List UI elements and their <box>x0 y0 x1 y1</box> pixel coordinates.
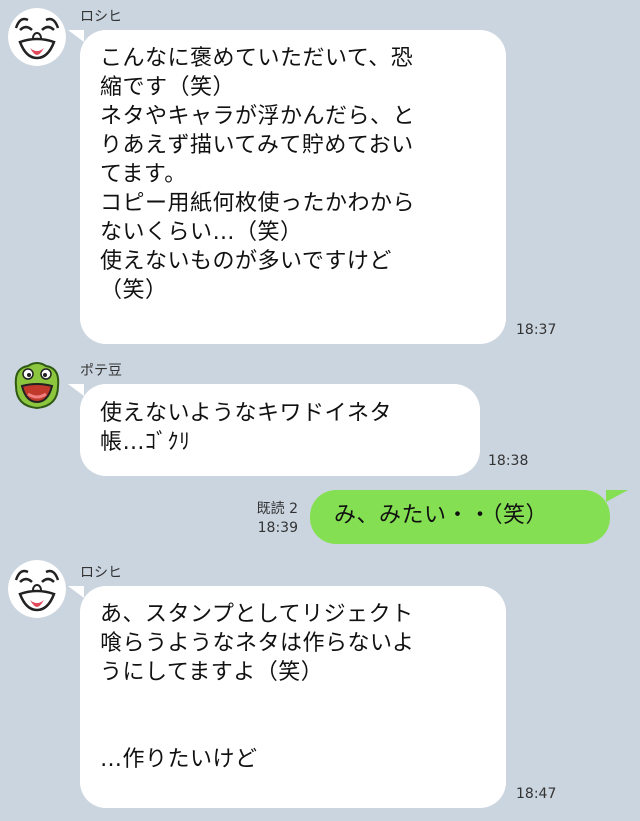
message-line: コピー用紙何枚使ったかわから <box>100 191 416 216</box>
message-time: 18:47 <box>516 786 557 802</box>
message-bubble[interactable]: あ、スタンプとしてリジェクト 喰らうようなネタは作らないよ うにしてますよ（笑）… <box>80 586 506 808</box>
message-time: 18:39 <box>257 520 298 536</box>
avatar[interactable] <box>8 8 66 66</box>
message-line: 使えないものが多いですけど <box>100 249 392 274</box>
message-line: うにしてますよ（笑） <box>100 660 324 685</box>
bubble-tail <box>606 490 628 502</box>
bubble-tail <box>68 586 84 598</box>
message-line: 帳…ｺﾞｸﾘ <box>100 430 191 455</box>
bubble-tail <box>68 30 84 42</box>
message-line: りあえず描いてみて貯めておい <box>100 133 414 158</box>
message-line: 縮です（笑） <box>100 75 236 100</box>
message-line: ないくらい…（笑） <box>100 220 303 245</box>
read-receipt: 既読 2 <box>256 501 298 517</box>
message-bubble[interactable]: 使えないようなキワドイネタ 帳…ｺﾞｸﾘ <box>80 384 480 476</box>
avatar[interactable] <box>8 560 66 618</box>
message-line: てます。 <box>100 162 187 187</box>
sender-name: ポテ豆 <box>80 363 122 379</box>
message-time: 18:37 <box>516 322 557 338</box>
message-time: 18:38 <box>488 453 529 469</box>
bubble-tail <box>68 384 84 396</box>
old-man-face-icon <box>8 560 66 618</box>
message-line: あ、スタンプとしてリジェクト <box>100 602 414 627</box>
message-line: （笑） <box>100 278 168 303</box>
message-line: み、みたい・・（笑） <box>334 503 549 528</box>
message-line: 使えないようなキワドイネタ <box>100 401 393 426</box>
avatar[interactable] <box>8 356 66 414</box>
message-bubble[interactable]: こんなに褒めていただいて、恐 縮です（笑） ネタやキャラが浮かんだら、と りあえ… <box>80 30 506 344</box>
sender-name: ロシヒ <box>80 565 122 581</box>
sender-name: ロシヒ <box>80 9 122 25</box>
message-line: …作りたいけど <box>100 747 258 772</box>
green-frog-icon <box>8 356 66 414</box>
outgoing-message-bubble[interactable]: み、みたい・・（笑） <box>310 490 610 544</box>
message-line: こんなに褒めていただいて、恐 <box>100 46 414 71</box>
message-meta: 既読 2 18:39 <box>246 500 298 538</box>
old-man-face-icon <box>8 8 66 66</box>
message-line: ネタやキャラが浮かんだら、と <box>100 104 416 129</box>
message-line: 喰らうようなネタは作らないよ <box>100 631 415 656</box>
